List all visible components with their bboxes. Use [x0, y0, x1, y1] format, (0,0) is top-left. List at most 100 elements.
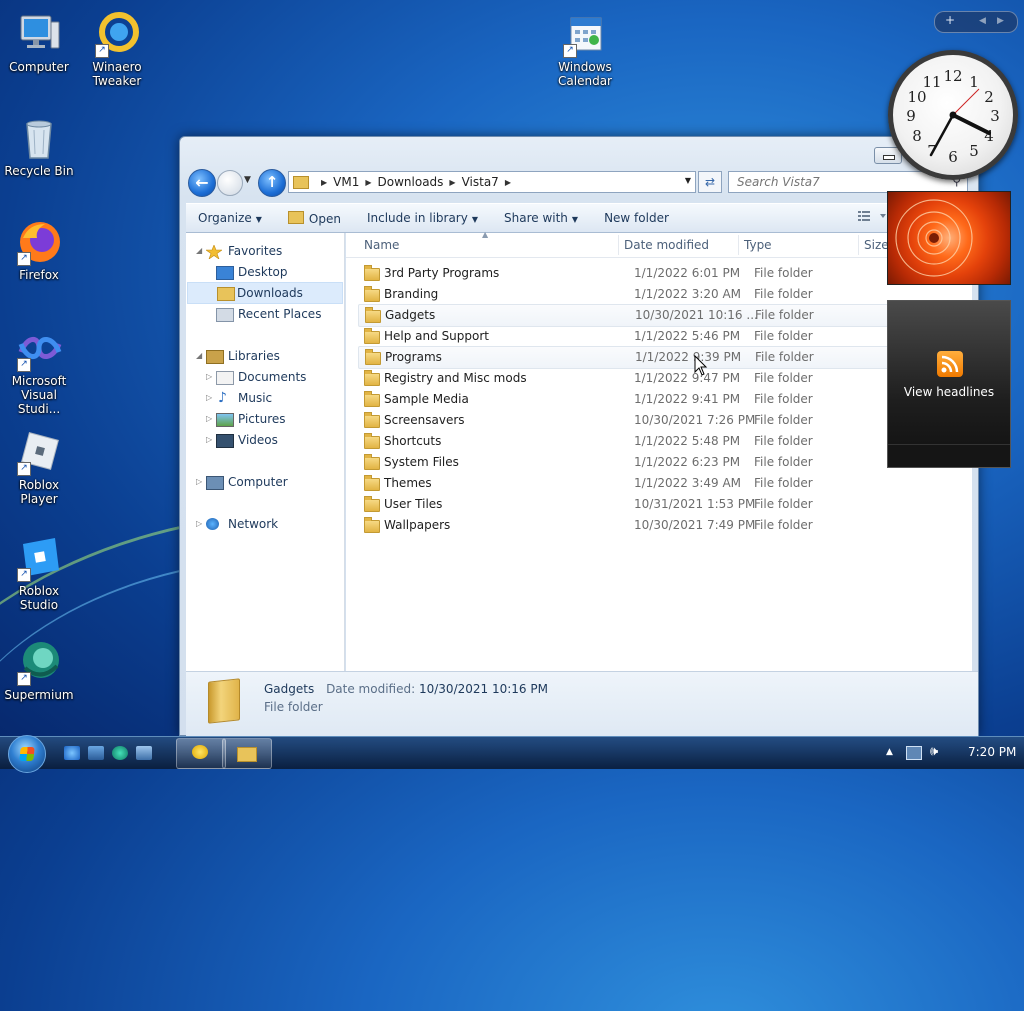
change-view-button[interactable] [858, 210, 888, 225]
recent-pages-dropdown[interactable]: ▼ [244, 175, 251, 185]
network-tray-icon[interactable] [906, 746, 922, 760]
computer-icon [15, 10, 63, 58]
breadcrumb-chevron-icon[interactable]: ▶ [321, 178, 327, 187]
taskbar-clock[interactable]: 7:20 PM [968, 745, 1016, 759]
column-divider[interactable] [858, 235, 859, 255]
table-row[interactable]: Registry and Misc mods 1/1/2022 9:47 PM Fi… [358, 368, 968, 389]
computer-icon [206, 476, 224, 490]
nav-libraries[interactable]: ◢ Libraries [186, 346, 344, 366]
column-divider[interactable] [738, 235, 739, 255]
collapse-triangle-icon[interactable]: ◢ [196, 241, 202, 261]
column-header-date[interactable]: Date modified [624, 238, 709, 252]
taskbar-button-explorer[interactable] [222, 738, 272, 769]
taskbar-button-messenger[interactable] [176, 738, 226, 769]
table-row[interactable]: Wallpapers 10/30/2021 7:49 PM File folder [358, 515, 968, 536]
table-row[interactable]: Sample Media 1/1/2022 9:41 PM File folder [358, 389, 968, 410]
nav-desktop[interactable]: Desktop [186, 262, 344, 282]
table-row[interactable]: Gadgets 10/30/2021 10:16 ... File folder [358, 304, 970, 327]
desktop-icon-recycle-bin[interactable]: Recycle Bin [1, 114, 77, 178]
show-desktop-icon[interactable] [88, 746, 104, 760]
back-button[interactable]: ← [188, 169, 216, 197]
breadcrumb-chevron-icon[interactable]: ▶ [365, 178, 371, 187]
show-hidden-icons-button[interactable]: ▲ [886, 747, 893, 757]
nav-music[interactable]: ▷ ♪ Music [186, 388, 344, 408]
column-header-name[interactable]: Name [364, 238, 399, 252]
nav-recent-places[interactable]: Recent Places [186, 304, 344, 324]
gadget-next-icon[interactable]: ▶ [997, 16, 1004, 26]
new-folder-button[interactable]: New folder [592, 211, 683, 225]
network-globe-icon [206, 518, 219, 530]
start-button[interactable] [8, 735, 46, 773]
breadcrumb-chevron-icon[interactable]: ▶ [449, 178, 455, 187]
table-row[interactable]: User Tiles 10/31/2021 1:53 PM File folder [358, 494, 968, 515]
open-button[interactable]: Open [276, 210, 355, 226]
breadcrumb-vm1[interactable]: VM1 [333, 175, 359, 189]
nav-favorites[interactable]: ◢ Favorites [186, 241, 344, 261]
expand-triangle-icon[interactable]: ▷ [206, 430, 212, 450]
expand-triangle-icon[interactable]: ▷ [206, 388, 212, 408]
organize-button[interactable]: Organize ▼ [186, 211, 276, 225]
table-row[interactable]: 3rd Party Programs 1/1/2022 6:01 PM File f… [358, 263, 968, 284]
desktop-icon-windows-calendar[interactable]: ↗ Windows Calendar [547, 10, 623, 88]
nav-computer[interactable]: ▷ Computer [186, 472, 344, 492]
up-button[interactable]: ↑ [258, 169, 286, 197]
desktop-icon-roblox-player[interactable]: ↗ Roblox Player [1, 428, 77, 506]
volume-muted-icon[interactable]: 🕪 [930, 744, 938, 759]
search-input[interactable] [735, 172, 939, 192]
open-folder-icon [287, 210, 304, 224]
expand-triangle-icon[interactable]: ▷ [196, 514, 202, 534]
expand-triangle-icon[interactable]: ▷ [196, 472, 202, 492]
column-divider[interactable] [618, 235, 619, 255]
internet-explorer-icon[interactable] [64, 746, 80, 760]
chevron-down-icon: ▼ [471, 215, 478, 224]
details-date-label: Date modified: [326, 682, 416, 696]
recent-places-icon [216, 308, 234, 322]
gadget-previous-icon[interactable]: ◀ [979, 16, 986, 26]
supermium-quicklaunch-icon[interactable] [112, 746, 128, 760]
breadcrumb-downloads[interactable]: Downloads [378, 175, 444, 189]
collapse-triangle-icon[interactable]: ◢ [196, 346, 202, 366]
desktop-icon-winaero-tweaker[interactable]: ↗ Winaero Tweaker [79, 10, 155, 88]
table-row[interactable]: Screensavers 10/30/2021 7:26 PM File folde… [358, 410, 968, 431]
desktop-icon-visual-studio[interactable]: ↗ Microsoft Visual Studi... [1, 324, 77, 416]
clock-gadget[interactable]: 12 1 2 3 4 5 6 7 8 9 10 11 [888, 50, 1018, 180]
expand-triangle-icon[interactable]: ▷ [206, 409, 212, 429]
table-row[interactable]: Shortcuts 1/1/2022 5:48 PM File folder [358, 431, 968, 452]
share-with-button[interactable]: Share with ▼ [492, 211, 592, 225]
breadcrumb-chevron-icon[interactable]: ▶ [505, 178, 511, 187]
address-dropdown-icon[interactable]: ▼ [685, 176, 691, 185]
forward-button[interactable] [217, 170, 243, 196]
table-row[interactable]: Programs 1/1/2022 9:39 PM File folder [358, 346, 970, 369]
address-bar[interactable]: ▶ VM1 ▶ Downloads ▶ Vista7 ▶ ▼ [288, 171, 696, 193]
documents-icon [216, 371, 234, 385]
view-headlines-link[interactable]: View headlines [888, 385, 1010, 399]
folder-icon [364, 454, 380, 470]
nav-videos[interactable]: ▷ Videos [186, 430, 344, 450]
nav-documents[interactable]: ▷ Documents [186, 367, 344, 387]
expand-triangle-icon[interactable]: ▷ [206, 367, 212, 387]
folder-icon [365, 307, 381, 323]
desktop-icon-computer[interactable]: Computer [1, 10, 77, 74]
table-row[interactable]: Branding 1/1/2022 3:20 AM File folder [358, 284, 968, 305]
table-row[interactable]: Themes 1/1/2022 3:49 AM File folder [358, 473, 968, 494]
include-in-library-button[interactable]: Include in library ▼ [355, 211, 492, 225]
nav-pictures[interactable]: ▷ Pictures [186, 409, 344, 429]
table-row[interactable]: System Files 1/1/2022 6:23 PM File folder [358, 452, 968, 473]
feed-headlines-gadget[interactable]: View headlines [887, 300, 1011, 468]
breadcrumb-vista7[interactable]: Vista7 [462, 175, 499, 189]
add-gadget-button[interactable]: + [945, 13, 955, 27]
column-header-size[interactable]: Size [864, 238, 889, 252]
refresh-button[interactable]: ⇄ [698, 171, 722, 193]
column-header-type[interactable]: Type [744, 238, 772, 252]
calendar-icon: ↗ [561, 10, 609, 58]
switch-windows-icon[interactable] [136, 746, 152, 760]
nav-network[interactable]: ▷ Network [186, 514, 344, 534]
desktop-icon-supermium[interactable]: ↗ Supermium [1, 638, 77, 702]
nav-downloads[interactable]: Downloads [187, 282, 343, 304]
table-row[interactable]: Help and Support 1/1/2022 5:46 PM File fol… [358, 326, 968, 347]
desktop-icon-roblox-studio[interactable]: ↗ Roblox Studio [1, 534, 77, 612]
large-folder-icon [208, 678, 240, 724]
slideshow-gadget[interactable] [887, 191, 1011, 285]
command-bar: Organize ▼ Open Include in library ▼ Share… [186, 203, 978, 233]
desktop-icon-firefox[interactable]: ↗ Firefox [1, 218, 77, 282]
